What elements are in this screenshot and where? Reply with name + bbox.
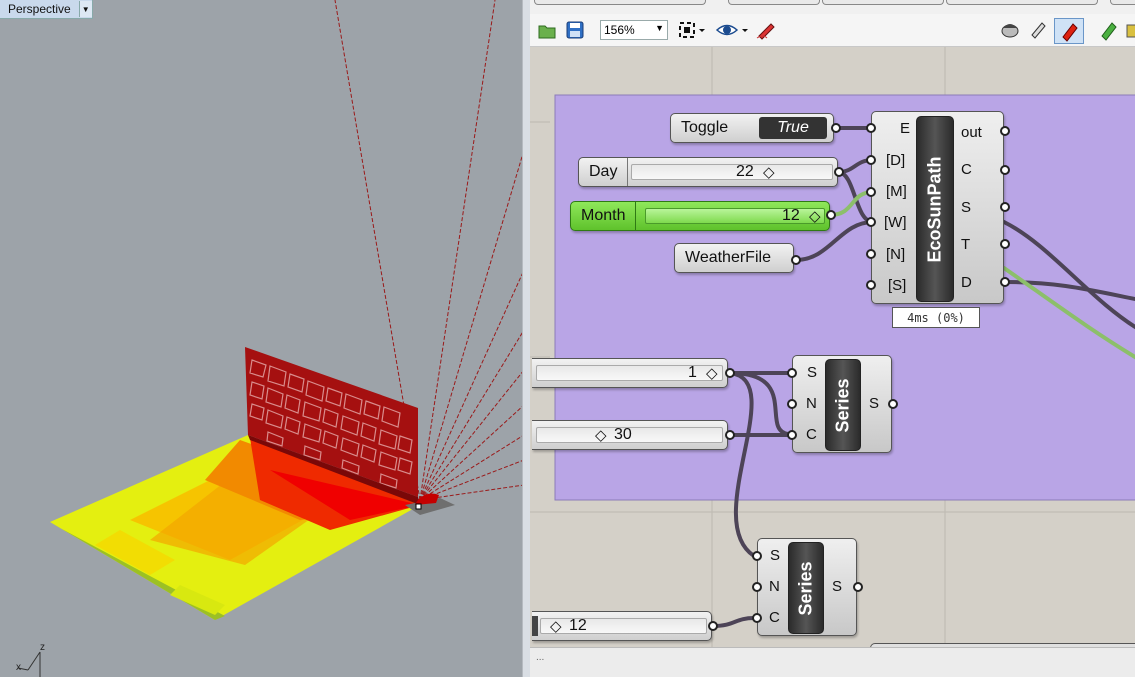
- number-slider-b[interactable]: ◇ 30: [532, 420, 728, 450]
- origin-point: [415, 503, 422, 510]
- day-slider-track[interactable]: [631, 164, 833, 180]
- weatherfile-label: WeatherFile: [685, 249, 771, 266]
- wire-day: [836, 158, 875, 174]
- axis-x-label: x: [16, 662, 21, 673]
- output-c[interactable]: C: [961, 161, 972, 178]
- series-1-title: Series: [825, 359, 861, 451]
- viewport-menu-dropdown[interactable]: ▼: [78, 1, 92, 17]
- series-2-input-c[interactable]: C: [769, 609, 780, 626]
- output-t[interactable]: T: [961, 236, 970, 253]
- series-component-1[interactable]: Series S N C S: [792, 355, 892, 453]
- toggle-value[interactable]: True: [759, 117, 827, 139]
- input-e[interactable]: E: [900, 120, 910, 137]
- series-2-output-s[interactable]: S: [832, 578, 842, 595]
- viewport-scene: z x: [16, 0, 524, 677]
- number-slider-c[interactable]: ◇ 12: [532, 611, 712, 641]
- month-slider-label: Month: [571, 202, 637, 230]
- timing-label: 4ms (0%): [892, 307, 980, 328]
- output-s[interactable]: S: [961, 199, 971, 216]
- input-n[interactable]: [N]: [886, 246, 905, 263]
- input-s[interactable]: [S]: [888, 277, 906, 294]
- slider-c-value: 12: [569, 617, 587, 634]
- weatherfile-param[interactable]: WeatherFile: [674, 243, 794, 273]
- series-2-input-n[interactable]: N: [769, 578, 780, 595]
- slider-grip-icon[interactable]: ◇: [550, 617, 562, 635]
- ecosunpath-component[interactable]: EcoSunPath E [D] [M] [W] [N] [S] out C S…: [871, 111, 1004, 304]
- slider-a-value: 1: [688, 364, 697, 381]
- output-d[interactable]: D: [961, 274, 972, 291]
- month-slider[interactable]: Month 12 ◇: [570, 201, 830, 231]
- input-m[interactable]: [M]: [886, 183, 907, 200]
- viewport-title: Perspective: [8, 2, 71, 16]
- series-1-input-n[interactable]: N: [806, 395, 817, 412]
- gh-status-bar: ...: [530, 647, 1135, 677]
- input-d[interactable]: [D]: [886, 152, 905, 169]
- day-slider[interactable]: Day 22 ◇: [578, 157, 838, 187]
- wire-series-link: [728, 371, 756, 558]
- slider-b-value: 30: [614, 426, 632, 443]
- wire-slider-a-c: [728, 371, 790, 436]
- series-2-input-s[interactable]: S: [770, 547, 780, 564]
- slider-grip-icon[interactable]: ◇: [809, 207, 821, 225]
- axis-z-label: z: [40, 642, 45, 653]
- slider-grip-icon[interactable]: ◇: [706, 364, 718, 382]
- wire-slider-c: [711, 616, 756, 628]
- toggle-label: Toggle: [681, 119, 729, 136]
- day-slider-label: Day: [579, 158, 629, 186]
- wire-out-d: [1002, 280, 1135, 302]
- slider-c-track[interactable]: [540, 618, 707, 634]
- series-1-input-c[interactable]: C: [806, 426, 817, 443]
- grasshopper-window: 156% ▼ Toggle True Day 22 ◇ Month 12 ◇ W…: [530, 0, 1135, 677]
- axis-gizmo: [17, 651, 41, 677]
- series-component-2[interactable]: Series S N C S: [757, 538, 857, 636]
- series-1-input-s[interactable]: S: [807, 364, 817, 381]
- rhino-viewport[interactable]: z x Perspective ▼: [0, 0, 524, 677]
- number-slider-a[interactable]: 1 ◇: [532, 358, 728, 388]
- day-slider-value: 22: [736, 163, 754, 180]
- status-text: ...: [536, 652, 545, 663]
- slider-c-edge: [532, 616, 538, 636]
- input-w[interactable]: [W]: [884, 214, 907, 231]
- viewport-title-tab[interactable]: Perspective ▼: [0, 0, 93, 19]
- wire-month: [828, 190, 875, 217]
- series-2-title: Series: [788, 542, 824, 634]
- boolean-toggle[interactable]: Toggle True: [670, 113, 834, 143]
- series-1-output-s[interactable]: S: [869, 395, 879, 412]
- ecosunpath-title: EcoSunPath: [916, 116, 954, 302]
- output-out[interactable]: out: [961, 124, 982, 141]
- slider-grip-icon[interactable]: ◇: [595, 426, 607, 444]
- slider-grip-icon[interactable]: ◇: [763, 163, 775, 181]
- month-slider-value: 12: [782, 207, 800, 224]
